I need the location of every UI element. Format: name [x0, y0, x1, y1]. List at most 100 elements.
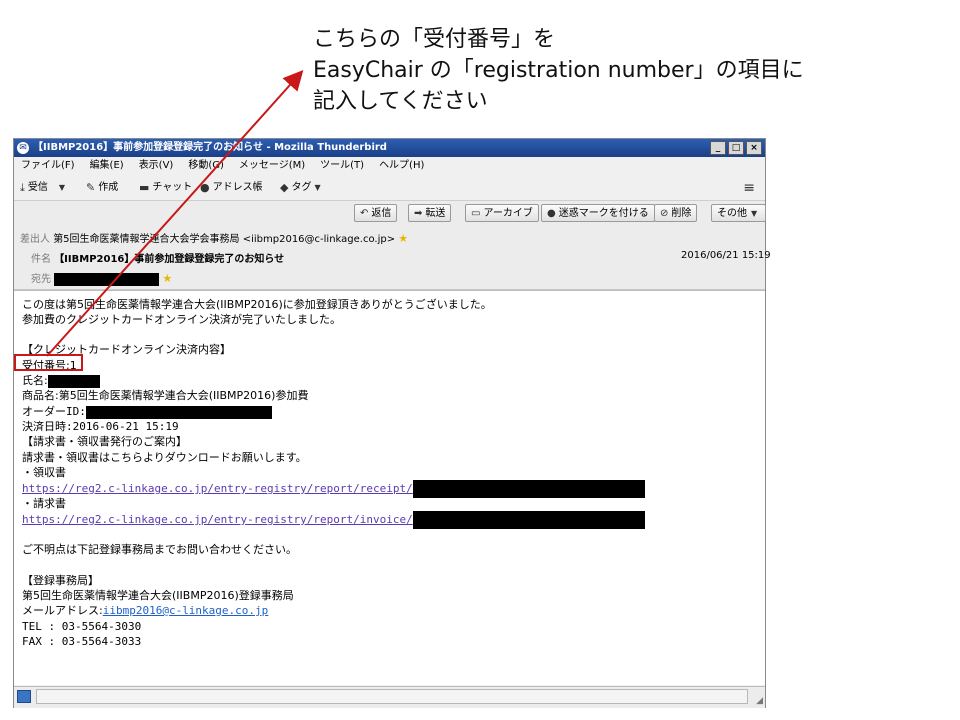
body-line: 請求書・領収書はこちらよりダウンロードお願いします。	[22, 451, 307, 464]
body-line: 氏名:	[22, 373, 100, 389]
menu-go[interactable]: 移動(G)	[181, 157, 232, 175]
dropdown-arrow-icon: ▼	[314, 183, 321, 192]
close-button[interactable]: ×	[746, 141, 762, 155]
junk-button[interactable]: ● 迷惑マークを付ける	[541, 204, 655, 222]
name-label: 氏名:	[22, 374, 48, 387]
to-label: 宛先	[31, 274, 51, 285]
from-label: 差出人	[20, 234, 50, 245]
reply-label: 返信	[371, 208, 392, 219]
archive-button[interactable]: ▭ アーカイブ	[465, 204, 539, 222]
other-actions-button[interactable]: その他 ▼	[711, 204, 767, 222]
annotation-line-3: 記入してください	[313, 89, 488, 114]
maximize-button[interactable]: □	[728, 141, 744, 155]
menu-help[interactable]: ヘルプ(H)	[372, 157, 432, 175]
body-line: 参加費のクレジットカードオンライン決済が完了いたしました。	[22, 313, 341, 326]
to-row: 宛先 ★	[31, 270, 172, 286]
window-title: 【IIBMP2016】事前参加登録登録完了のお知らせ - Mozilla Thu…	[33, 142, 387, 153]
get-mail-button[interactable]: ⤓ 受信 ▼	[20, 180, 65, 196]
tag-icon: ◆	[280, 181, 289, 194]
flame-icon: ●	[547, 208, 556, 219]
dropdown-arrow-icon[interactable]: ▼	[59, 180, 65, 196]
pencil-icon: ✎	[86, 181, 96, 194]
menu-bar: ファイル(F) 編集(E) 表示(V) 移動(G) メッセージ(M) ツール(T…	[14, 157, 765, 175]
chat-label: チャット	[152, 182, 193, 193]
redacted-invoice-id	[412, 511, 645, 529]
thunderbird-window: ✉ 【IIBMP2016】事前参加登録登録完了のお知らせ - Mozilla T…	[13, 138, 771, 708]
body-line: 商品名:第5回生命医薬情報学連合大会(IIBMP2016)参加費	[22, 389, 309, 402]
status-text-field	[36, 689, 748, 704]
email-link[interactable]: iibmp2016@c-linkage.co.jp	[103, 604, 269, 617]
body-line: メールアドレス:iibmp2016@c-linkage.co.jp	[22, 603, 268, 619]
junk-label: 迷惑マークを付ける	[558, 208, 649, 219]
resize-grip-icon[interactable]: ◢	[756, 696, 763, 706]
tag-button[interactable]: ◆ タグ ▼	[280, 180, 321, 196]
redacted-order-id	[85, 405, 272, 419]
email-label: メールアドレス:	[22, 604, 103, 617]
address-book-label: アドレス帳	[212, 182, 263, 193]
delete-label: 削除	[671, 208, 692, 219]
star-icon[interactable]: ★	[162, 272, 172, 285]
reply-button[interactable]: ↶ 返信	[354, 204, 398, 222]
write-button[interactable]: ✎ 作成	[86, 180, 118, 196]
minimize-button[interactable]: _	[710, 141, 726, 155]
body-line: 決済日時:2016-06-21 15:19	[22, 420, 179, 433]
reply-icon: ↶	[360, 208, 369, 219]
delete-button[interactable]: ⊘ 削除	[654, 204, 698, 222]
archive-label: アーカイブ	[483, 208, 533, 219]
online-status-icon[interactable]	[17, 690, 31, 703]
body-line: ・領収書	[22, 466, 66, 479]
archive-icon: ▭	[471, 208, 481, 219]
menu-edit[interactable]: 編集(E)	[83, 157, 132, 175]
body-line: 【請求書・領収書発行のご案内】	[22, 435, 187, 448]
menu-file[interactable]: ファイル(F)	[14, 157, 83, 175]
star-icon[interactable]: ★	[398, 232, 408, 245]
delete-icon: ⊘	[660, 208, 669, 219]
receipt-link[interactable]: https://reg2.c-linkage.co.jp/entry-regis…	[22, 482, 413, 495]
chat-bubble-icon: ▬	[139, 181, 150, 194]
invoice-link[interactable]: https://reg2.c-linkage.co.jp/entry-regis…	[22, 513, 413, 526]
tag-label: タグ	[291, 182, 312, 193]
forward-button[interactable]: ➡ 転送	[408, 204, 452, 222]
forward-label: 転送	[425, 208, 446, 219]
main-toolbar: ⤓ 受信 ▼ ✎ 作成 ▬ チャット ● アドレス帳 ◆ タグ ▼ ≡	[14, 176, 765, 201]
thunderbird-icon: ✉	[17, 142, 29, 154]
body-line: この度は第5回生命医薬情報学連合大会(IIBMP2016)に参加登録頂きありがと…	[22, 298, 492, 311]
get-mail-label: 受信	[27, 182, 48, 193]
download-icon: ⤓	[20, 181, 25, 194]
dropdown-arrow-icon: ▼	[751, 209, 758, 218]
redacted-receipt-id	[412, 480, 645, 498]
chat-button[interactable]: ▬ チャット	[139, 180, 192, 196]
other-actions-label: その他	[717, 208, 747, 219]
from-value[interactable]: 第5回生命医薬情報学連合大会学会事務局 <iibmp2016@c-linkage…	[53, 234, 395, 245]
menu-view[interactable]: 表示(V)	[132, 157, 182, 175]
redacted-name	[47, 374, 100, 388]
body-line: TEL : 03-5564-3030	[22, 620, 142, 633]
status-bar: ◢	[14, 686, 765, 708]
body-line: ・請求書	[22, 497, 66, 510]
window-titlebar: ✉ 【IIBMP2016】事前参加登録登録完了のお知らせ - Mozilla T…	[14, 139, 765, 157]
message-header: ↶ 返信 ➡ 転送 ▭ アーカイブ ● 迷惑マークを付ける ⊘ 削除 その他 ▼ 差出人 第…	[14, 201, 771, 290]
message-body: この度は第5回生命医薬情報学連合大会(IIBMP2016)に参加登録頂きありがと…	[14, 290, 765, 685]
date-value: 2016/06/21 15:19	[681, 250, 771, 261]
body-line: https://reg2.c-linkage.co.jp/entry-regis…	[22, 480, 645, 498]
reception-number-highlight	[14, 354, 83, 371]
body-line: 第5回生命医薬情報学連合大会(IIBMP2016)登録事務局	[22, 589, 294, 602]
body-line: ご不明点は下記登録事務局までお問い合わせください。	[22, 543, 297, 556]
annotation-line-2: EasyChair の「registration number」の項目に	[313, 58, 804, 83]
menu-message[interactable]: メッセージ(M)	[232, 157, 313, 175]
subject-value: 【IIBMP2016】事前参加登録登録完了のお知らせ	[54, 254, 285, 265]
annotation-line-1: こちらの「受付番号」を	[313, 27, 556, 52]
menu-tools[interactable]: ツール(T)	[313, 157, 372, 175]
instruction-annotation: こちらの「受付番号」を EasyChair の「registration num…	[313, 24, 943, 117]
person-icon: ●	[200, 181, 210, 194]
subject-row: 件名 【IIBMP2016】事前参加登録登録完了のお知らせ	[31, 250, 284, 265]
redacted-recipient	[54, 272, 160, 286]
body-line: オーダーID:	[22, 404, 272, 420]
order-id-label: オーダーID:	[22, 405, 86, 418]
address-book-button[interactable]: ● アドレス帳	[200, 180, 263, 196]
write-label: 作成	[98, 182, 119, 193]
forward-icon: ➡	[414, 208, 423, 219]
subject-label: 件名	[31, 254, 51, 265]
body-line: https://reg2.c-linkage.co.jp/entry-regis…	[22, 511, 645, 529]
app-menu-icon[interactable]: ≡	[743, 180, 755, 196]
